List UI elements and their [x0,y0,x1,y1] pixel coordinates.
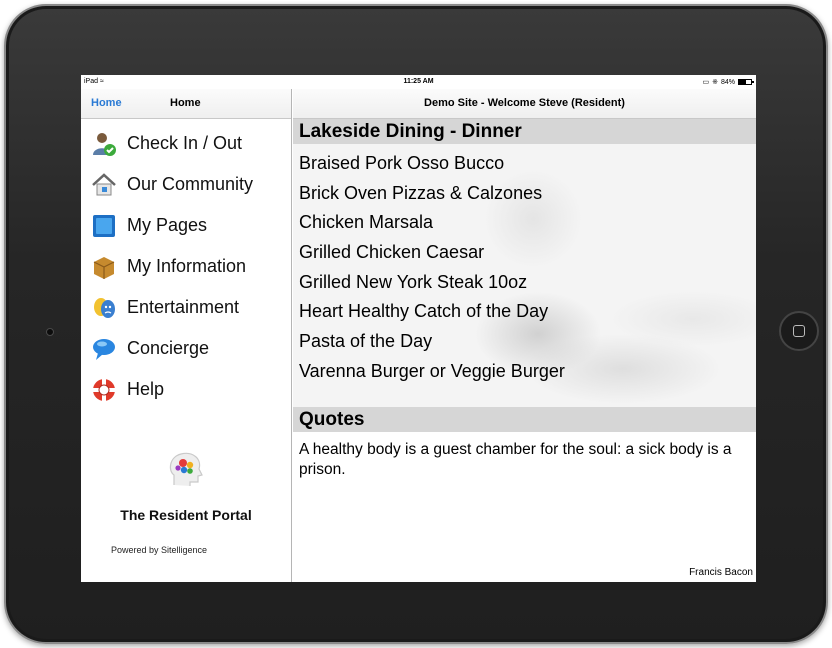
powered-by-text: Powered by Sitelligence [111,545,208,555]
list-item: Brick Oven Pizzas & Calzones [299,182,543,203]
brand-name: The Resident Portal [120,507,252,523]
list-item: Heart Healthy Catch of the Day [299,301,549,322]
blue-square-icon [91,213,117,239]
list-item: Braised Pork Osso Bucco [299,153,505,173]
sidebar-item-label: Check In / Out [127,133,243,153]
quote-author: Francis Bacon [689,567,753,578]
box-icon [91,254,117,280]
brand-block: The Resident Portal Powered by Sitellige… [81,449,291,555]
status-time: 11:25 AM [403,78,434,85]
home-back-button[interactable]: Home [91,97,122,109]
list-item: Grilled New York Steak 10oz [299,271,528,292]
brain-gears-logo-icon [166,449,206,489]
sidebar-item-label: Help [127,379,165,399]
quotes-section: Quotes A healthy body is a guest chamber… [293,407,756,582]
main-content: Demo Site - Welcome Steve (Resident) Lak… [293,89,756,582]
house-icon [91,172,117,198]
quote-text: A healthy body is a guest chamber for th… [299,441,732,478]
sidebar-item-entertainment[interactable]: Entertainment [81,287,291,328]
status-bar: iPad ≈ 11:25 AM ▭ ※ 84% [81,75,756,89]
list-item: Chicken Marsala [299,212,434,233]
screen-mirror-icon: ▭ [702,79,710,86]
bluetooth-icon: ※ [712,79,718,86]
list-item: Pasta of the Day [299,331,433,352]
theater-masks-icon [91,295,117,321]
sidebar-item-label: My Information [127,256,247,276]
sidebar-item-our-community[interactable]: Our Community [81,164,291,205]
sidebar-item-help[interactable]: Help [81,369,291,410]
dining-section-title: Lakeside Dining - Dinner [293,119,756,144]
home-button[interactable] [779,311,819,351]
dining-background-image: Lakeside Dining - Dinner Braised Pork Os… [293,119,756,409]
lifebuoy-icon [91,377,117,403]
sidebar-title: Home [170,97,201,109]
sidebar: Home Home Check In / Out Our Community M… [81,89,292,582]
sidebar-item-label: Entertainment [127,297,240,317]
person-check-icon [91,131,117,157]
sidebar-header: Home Home [81,89,291,119]
sidebar-item-my-information[interactable]: My Information [81,246,291,287]
sidebar-menu: Check In / Out Our Community My Pages My… [81,119,291,410]
dinner-menu-list: Braised Pork Osso Bucco Brick Oven Pizza… [293,144,756,387]
list-item: Varenna Burger or Veggie Burger [299,360,565,381]
quotes-section-title: Quotes [293,407,756,432]
sidebar-item-concierge[interactable]: Concierge [81,328,291,369]
battery-icon [738,79,754,85]
sidebar-item-check-in-out[interactable]: Check In / Out [81,123,291,164]
page-title: Demo Site - Welcome Steve (Resident) [293,89,756,119]
list-item: Grilled Chicken Caesar [299,242,485,263]
sidebar-item-my-pages[interactable]: My Pages [81,205,291,246]
screen: iPad ≈ 11:25 AM ▭ ※ 84% Home Home Check … [81,75,756,582]
battery-percent: 84% [720,78,735,86]
speech-bubble-icon [91,336,117,362]
sidebar-item-label: Concierge [127,338,210,358]
camera-icon [46,328,54,336]
sidebar-item-label: Our Community [127,174,254,194]
sidebar-item-label: My Pages [127,215,208,235]
